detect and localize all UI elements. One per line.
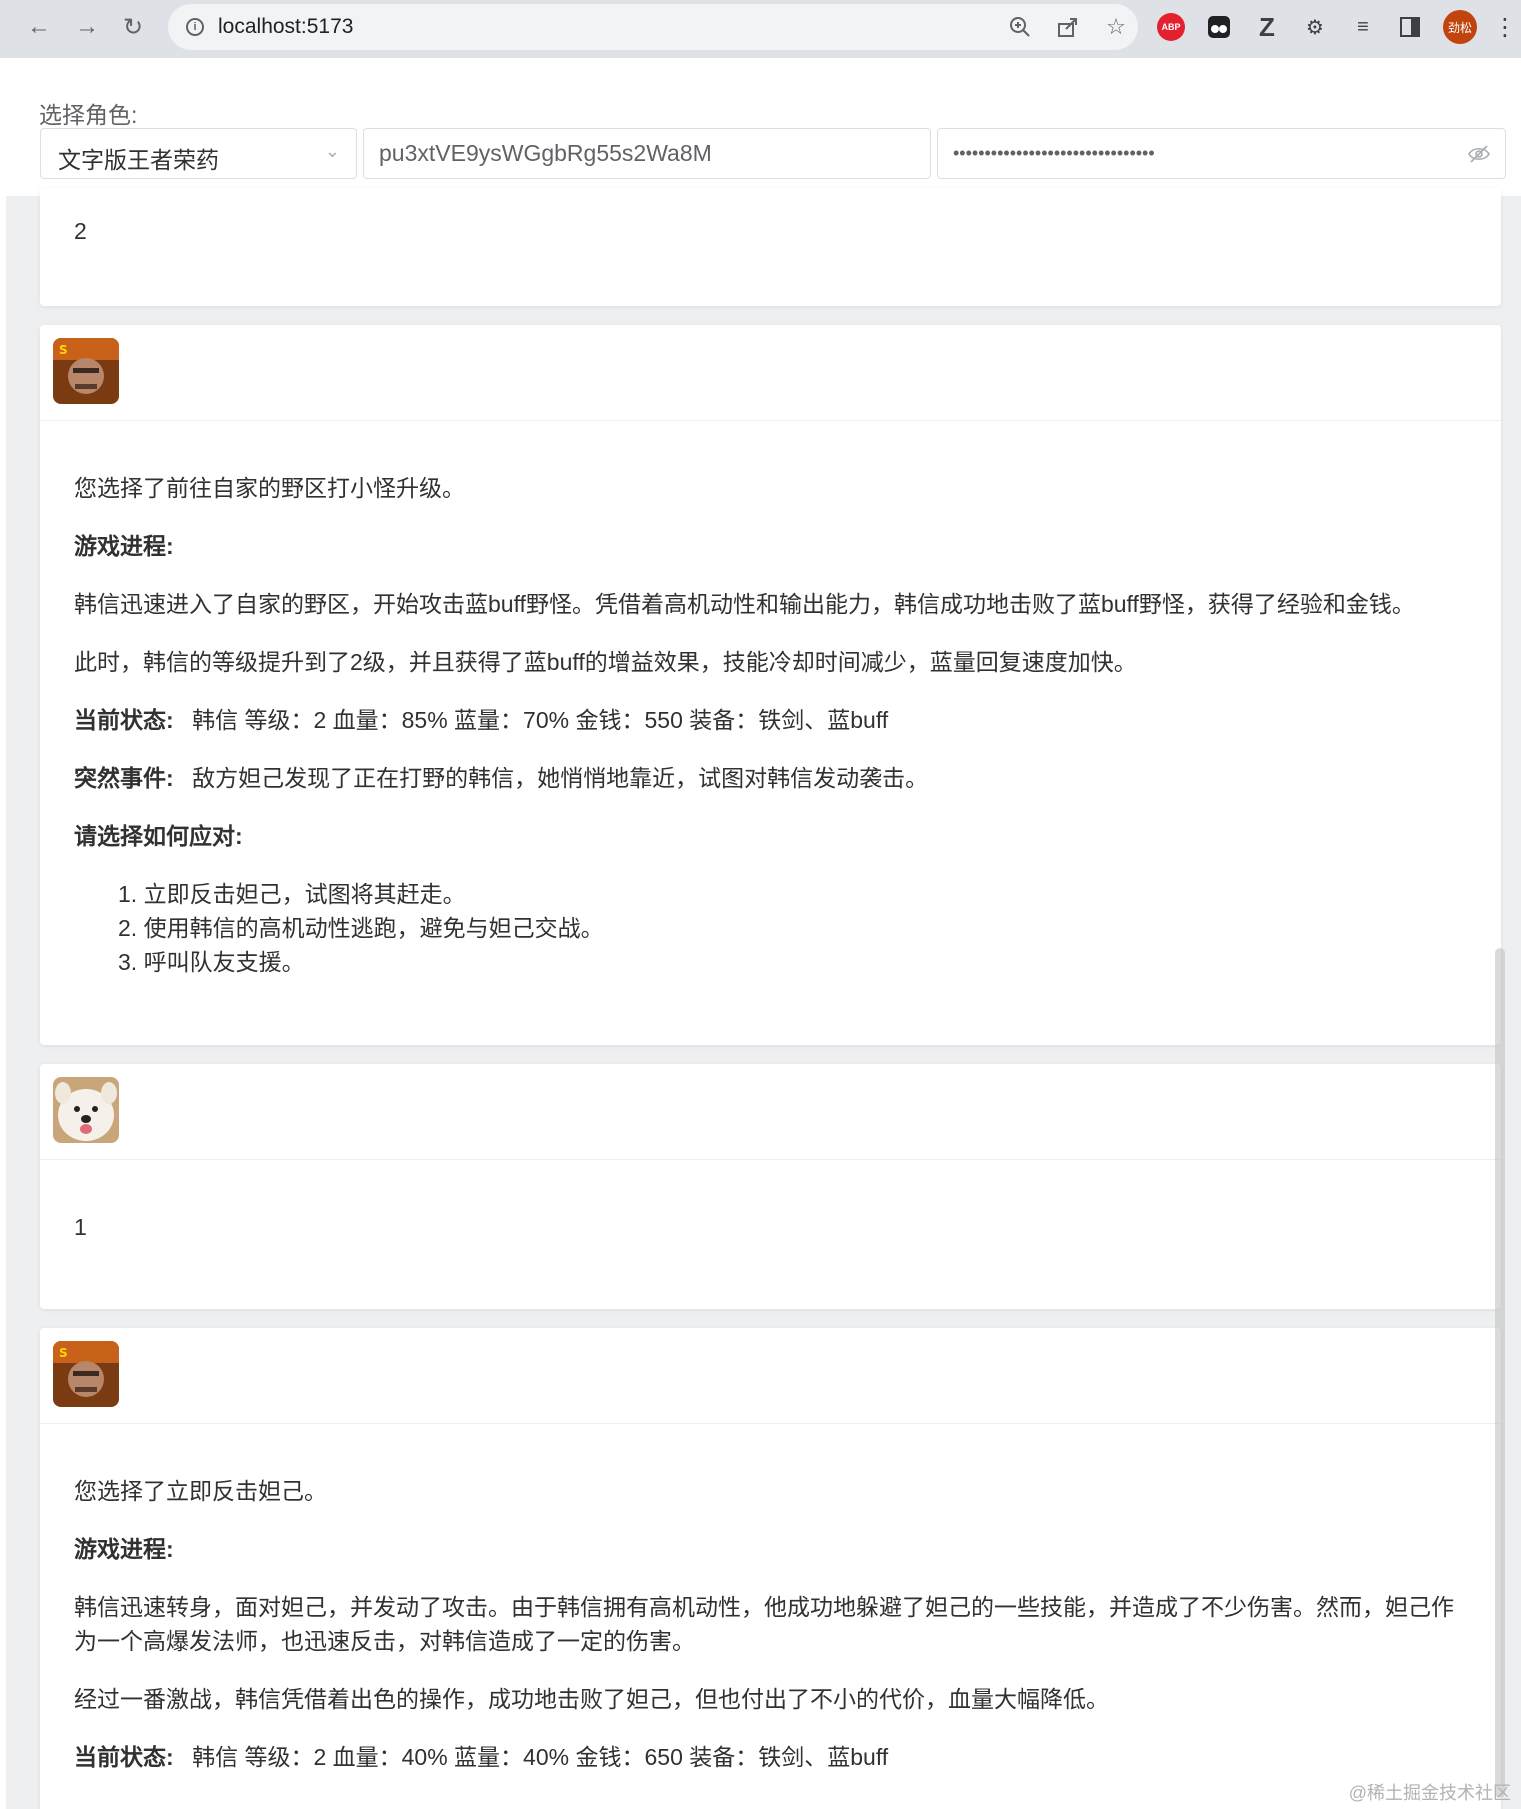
event-line: 突然事件: 敌方妲己发现了正在打野的韩信，她悄悄地靠近，试图对韩信发动袭击。 (74, 761, 1471, 795)
role-label: 选择角色: (39, 102, 138, 128)
progress-paragraph: 此时，韩信的等级提升到了2级，并且获得了蓝buff的增益效果，技能冷却时间减少，… (74, 649, 1137, 675)
watermark: @稀土掘金技术社区 (1348, 1783, 1511, 1803)
message-assistant: S 您选择了前往自家的野区打小怪升级。 游戏进程: 韩信迅速进入了自家的野区，开… (40, 325, 1501, 1045)
status-label: 当前状态: (74, 707, 174, 733)
event-label: 突然事件: (74, 765, 174, 791)
url-text: localhost:5173 (218, 15, 354, 38)
secret-input[interactable] (953, 129, 1460, 178)
svg-text:S: S (59, 1346, 68, 1360)
menu-kebab-icon[interactable]: ⋮ (1490, 12, 1520, 42)
message-header (40, 1064, 1501, 1160)
extensions-puzzle-icon[interactable]: ⚙ (1300, 12, 1330, 42)
profile-avatar[interactable]: 劲松 (1443, 10, 1477, 44)
message-text: 1 (74, 1214, 87, 1240)
assistant-intro: 您选择了立即反击妲己。 (74, 1478, 327, 1504)
status-text: 韩信 等级：2 血量：40% 蓝量：40% 金钱：650 装备：铁剑、蓝buff (192, 1744, 889, 1770)
option-item: 2. 使用韩信的高机动性逃跑，避免与妲己交战。 (118, 915, 604, 941)
extension-z-icon[interactable]: Z (1252, 12, 1282, 42)
progress-paragraph: 韩信迅速进入了自家的野区，开始攻击蓝buff野怪。凭借着高机动性和输出能力，韩信… (74, 591, 1415, 617)
secret-field[interactable] (937, 128, 1506, 179)
option-item: 1. 立即反击妲己，试图将其赶走。 (118, 881, 466, 907)
status-line: 当前状态: 韩信 等级：2 血量：85% 蓝量：70% 金钱：550 装备：铁剑… (74, 703, 1471, 737)
message-header: S (40, 1328, 1501, 1424)
message-user: 2 (40, 188, 1501, 306)
status-label: 当前状态: (74, 1744, 174, 1770)
progress-paragraph: 经过一番激战，韩信凭借着出色的操作，成功地击败了妲己，但也付出了不小的代价，血量… (74, 1686, 1109, 1712)
api-key-input[interactable] (379, 129, 885, 178)
zoom-icon[interactable] (1006, 13, 1034, 41)
api-key-field[interactable] (363, 128, 931, 179)
address-bar[interactable]: i localhost:5173 ☆ (168, 4, 1138, 50)
back-icon[interactable]: ← (22, 10, 56, 44)
bookmark-star-icon[interactable]: ☆ (1102, 13, 1130, 41)
assistant-intro: 您选择了前往自家的野区打小怪升级。 (74, 475, 465, 501)
progress-heading: 游戏进程: (74, 1536, 174, 1562)
option-item: 3. 呼叫队友支援。 (118, 949, 305, 975)
hero-avatar: S (53, 1341, 119, 1407)
svg-text:S: S (59, 343, 68, 357)
progress-paragraph: 韩信迅速转身，面对妲己，并发动了攻击。由于韩信拥有高机动性，他成功地躲避了妲己的… (74, 1594, 1454, 1654)
scrollbar[interactable] (1495, 948, 1505, 1798)
progress-heading: 游戏进程: (74, 533, 174, 559)
side-panel-icon[interactable] (1395, 12, 1425, 42)
chevron-down-icon: ⌄ (324, 141, 340, 161)
message-user: 1 (40, 1064, 1501, 1309)
status-text: 韩信 等级：2 血量：85% 蓝量：70% 金钱：550 装备：铁剑、蓝buff (192, 707, 889, 733)
forward-icon[interactable]: → (70, 10, 104, 44)
page-content: 选择角色: 文字版王者荣药 ⌄ 2 (6, 58, 1521, 1809)
eye-hidden-icon[interactable] (1467, 142, 1491, 166)
message-assistant: S 您选择了立即反击妲己。 游戏进程: 韩信迅速转身，面对妲己，并发动了攻击。由… (40, 1328, 1501, 1809)
reload-icon[interactable]: ↻ (116, 10, 150, 44)
adblock-icon[interactable]: ABP (1157, 13, 1185, 41)
hero-avatar: S (53, 338, 119, 404)
extension-tampermonkey-icon[interactable] (1204, 12, 1234, 42)
message-header: S (40, 325, 1501, 421)
role-select-value: 文字版王者荣药 (58, 147, 219, 173)
role-select[interactable]: 文字版王者荣药 ⌄ (40, 128, 357, 179)
choose-heading: 请选择如何应对: (74, 823, 243, 849)
status-line: 当前状态: 韩信 等级：2 血量：40% 蓝量：40% 金钱：650 装备：铁剑… (74, 1740, 1471, 1774)
message-text: 2 (74, 218, 87, 244)
info-icon[interactable]: i (186, 18, 204, 36)
reading-list-icon[interactable]: ≡ (1348, 12, 1378, 42)
share-icon[interactable] (1054, 13, 1082, 41)
chat-list: 2 S 您选择了前往自家的野区打小怪升级。 游戏进程: 韩信迅速进入了自家的野区… (6, 188, 1521, 1809)
event-text: 敌方妲己发现了正在打野的韩信，她悄悄地靠近，试图对韩信发动袭击。 (192, 765, 929, 791)
user-avatar (53, 1077, 119, 1143)
browser-toolbar: ← → ↻ i localhost:5173 ☆ ABP Z ⚙ ≡ 劲松 ⋮ (0, 0, 1521, 58)
